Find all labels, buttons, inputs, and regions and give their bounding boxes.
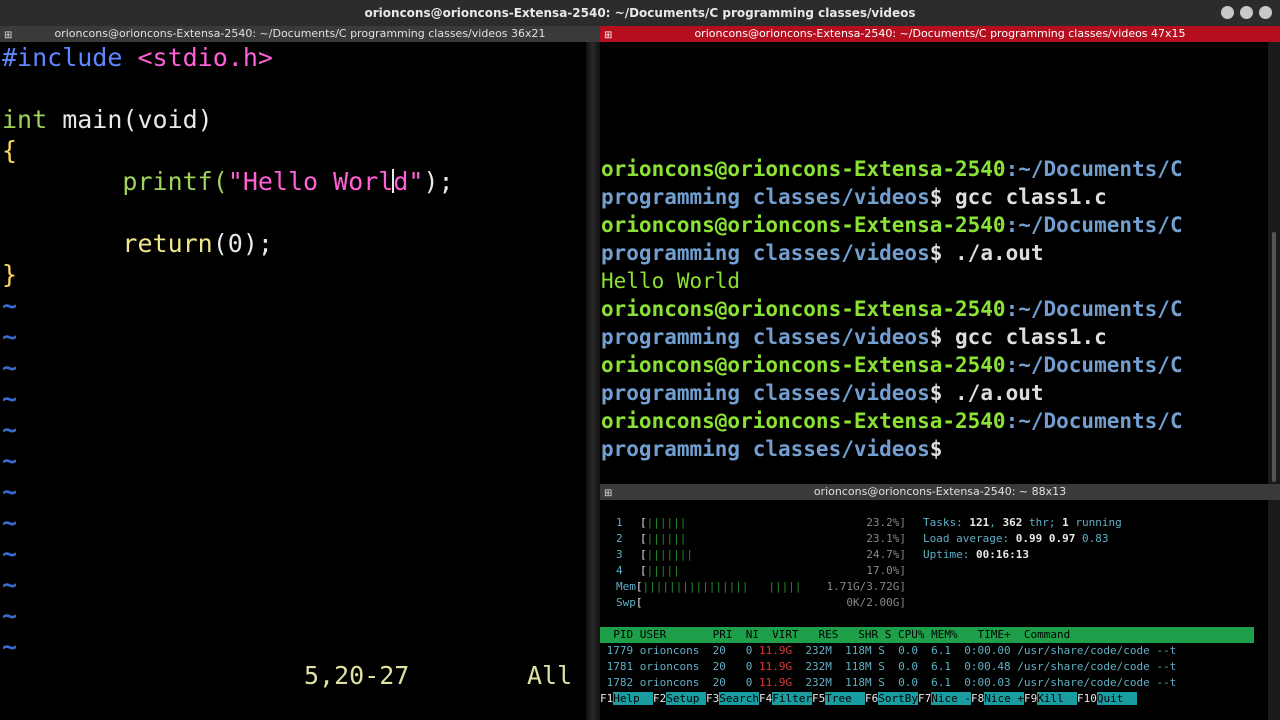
prompt-line: orioncons@orioncons-Extensa-2540:~/Docum… (601, 157, 1183, 181)
function-key-bar: F1Help F2Setup F3Search F4Filter F5Tree … (600, 691, 1254, 707)
prompt-line: orioncons@orioncons-Extensa-2540:~/Docum… (601, 213, 1183, 237)
htop-pane-title[interactable]: ⊞ orioncons@orioncons-Extensa-2540: ~ 88… (600, 484, 1280, 500)
window-titlebar: orioncons@orioncons-Extensa-2540: ~/Docu… (0, 0, 1280, 26)
prompt-line: programming classes/videos$ gcc class1.c (601, 185, 1107, 209)
fkey-filter[interactable]: F4Filter (759, 691, 812, 707)
tasks-info: Tasks: 121, 362 thr; 1 running (923, 516, 1122, 529)
table-row[interactable]: 1782 orioncons 20 0 11.9G 232M 118M S 0.… (600, 675, 1254, 691)
memory-meter: Mem[|||||||||||||||| ||||| 1.71G/3.72G] (616, 580, 906, 593)
vim-pane-title[interactable]: ⊞ orioncons@orioncons-Extensa-2540: ~/Do… (0, 26, 600, 42)
table-row[interactable]: 1779 orioncons 20 0 11.9G 232M 118M S 0.… (600, 643, 1254, 659)
code-line: #include <stdio.h> (2, 43, 273, 72)
process-table-header[interactable]: PID USER PRI NI VIRT RES SHR S CPU% MEM%… (600, 627, 1254, 643)
table-row[interactable]: 1781 orioncons 20 0 11.9G 232M 118M S 0.… (600, 659, 1254, 675)
code-line: int main(void) (2, 105, 213, 134)
pane-divider[interactable] (586, 42, 600, 720)
uptime-info: Uptime: 00:16:13 (923, 548, 1029, 561)
fkey-sortby[interactable]: F6SortBy (865, 691, 918, 707)
fkey-kill[interactable]: F9Kill (1024, 691, 1077, 707)
fkey-search[interactable]: F3Search (706, 691, 759, 707)
empty-line-marker: ~ (2, 508, 18, 537)
terminal-output[interactable]: orioncons@orioncons-Extensa-2540:~/Docum… (600, 42, 1268, 484)
close-button[interactable] (1259, 6, 1272, 19)
cpu-meter: 1 [|||||| 23.2%] (616, 516, 906, 529)
htop-pane-title-text: orioncons@orioncons-Extensa-2540: ~ 88x1… (813, 485, 1067, 498)
fkey-quit[interactable]: F10Quit (1077, 691, 1137, 707)
terminal-pane-icon: ⊞ (604, 488, 613, 499)
terminal-pane-icon: ⊞ (604, 30, 613, 41)
htop-monitor[interactable]: 1 [|||||| 23.2%] 2 [|||||| 23.1%] 3 [||||||| 2… (600, 500, 1280, 720)
htop-scrollbar[interactable] (1268, 500, 1280, 720)
empty-line-marker: ~ (2, 477, 18, 506)
maximize-button[interactable] (1240, 6, 1253, 19)
program-output: Hello World (601, 269, 741, 293)
empty-line-marker: ~ (2, 415, 18, 444)
cpu-meter: 4 [||||| 17.0%] (616, 564, 906, 577)
terminal-pane-icon: ⊞ (4, 30, 13, 41)
prompt-line: programming classes/videos$ gcc class1.c (601, 325, 1107, 349)
fkey-nice-plus[interactable]: F8Nice + (971, 691, 1024, 707)
empty-line-marker: ~ (2, 353, 18, 382)
cpu-meter: 2 [|||||| 23.1%] (616, 532, 906, 545)
prompt-line: orioncons@orioncons-Extensa-2540:~/Docum… (601, 353, 1183, 377)
vim-editor[interactable]: #include <stdio.h> int main(void) { prin… (0, 42, 586, 720)
fkey-help[interactable]: F1Help (600, 691, 653, 707)
empty-line-marker: ~ (2, 291, 18, 320)
prompt-line: programming classes/videos$ ./a.out (601, 381, 1044, 405)
cursor-position: 5,20-27 (304, 661, 410, 690)
window-controls (1221, 6, 1272, 19)
code-line: return(0); (122, 229, 273, 258)
window-title: orioncons@orioncons-Extensa-2540: ~/Docu… (364, 6, 916, 20)
terminal-pane-title[interactable]: ⊞ orioncons@orioncons-Extensa-2540: ~/Do… (600, 26, 1280, 42)
code-line: } (2, 260, 18, 289)
fkey-nice-minus[interactable]: F7Nice - (918, 691, 971, 707)
prompt-line: orioncons@orioncons-Extensa-2540:~/Docum… (601, 409, 1183, 433)
swap-meter: Swp[0K/2.00G] (616, 596, 906, 609)
scrollbar-thumb[interactable] (1272, 232, 1276, 482)
prompt-line: orioncons@orioncons-Extensa-2540:~/Docum… (601, 297, 1183, 321)
empty-line-marker: ~ (2, 384, 18, 413)
vim-status-line: 5,20-27 All (0, 660, 586, 691)
scroll-indicator: All (527, 661, 573, 690)
terminal-pane-title-text: orioncons@orioncons-Extensa-2540: ~/Docu… (694, 27, 1186, 40)
empty-line-marker: ~ (2, 539, 18, 568)
empty-line-marker: ~ (2, 446, 18, 475)
current-prompt[interactable]: programming classes/videos$ (601, 435, 1183, 463)
vim-pane-title-text: orioncons@orioncons-Extensa-2540: ~/Docu… (54, 27, 546, 40)
load-average-info: Load average: 0.99 0.97 0.83 (923, 532, 1109, 545)
cpu-meter: 3 [||||||| 24.7%] (616, 548, 906, 561)
minimize-button[interactable] (1221, 6, 1234, 19)
code-line: printf("Hello World"); (122, 167, 454, 196)
prompt-line: programming classes/videos$ ./a.out (601, 241, 1044, 265)
empty-line-marker: ~ (2, 632, 18, 661)
fkey-setup[interactable]: F2Setup (653, 691, 706, 707)
fkey-tree[interactable]: F5Tree (812, 691, 865, 707)
empty-line-marker: ~ (2, 570, 18, 599)
terminal-scrollbar[interactable] (1268, 42, 1280, 484)
code-line: { (2, 136, 18, 165)
empty-line-marker: ~ (2, 601, 18, 630)
empty-line-marker: ~ (2, 322, 18, 351)
